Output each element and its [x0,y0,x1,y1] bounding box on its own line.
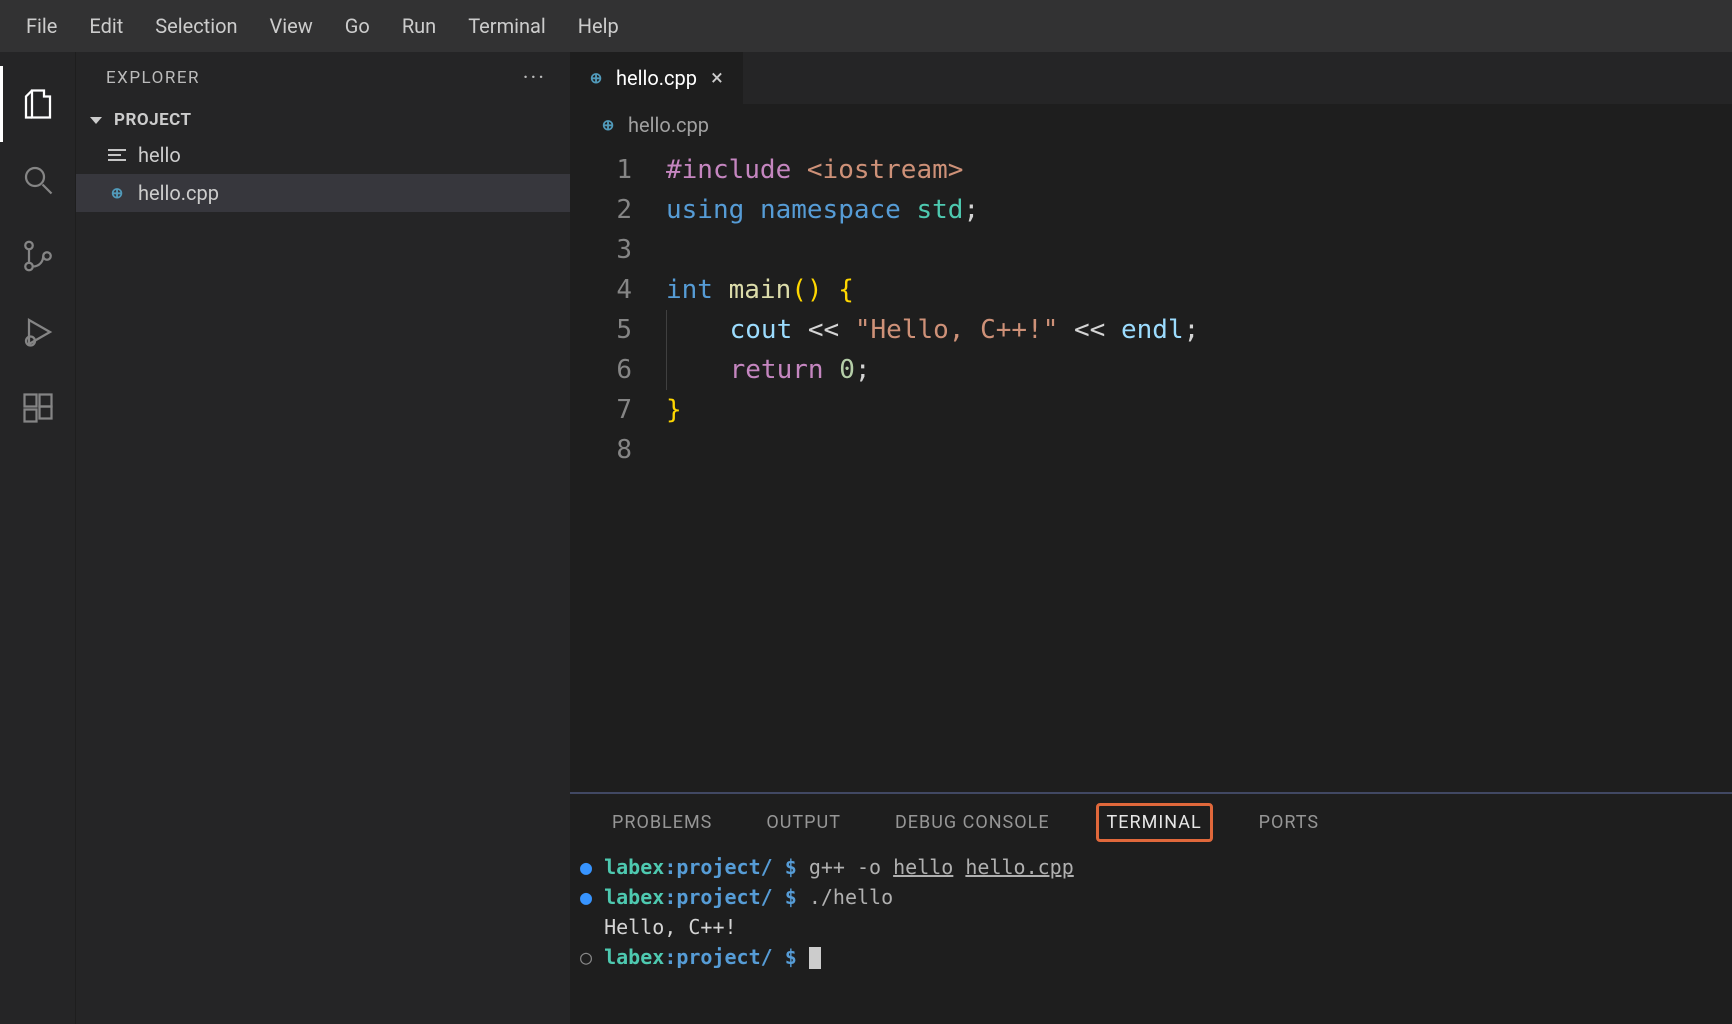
line-number: 4 [570,270,632,310]
bottom-panel: PROBLEMS OUTPUT DEBUG CONSOLE TERMINAL PORTS… [570,792,1732,1024]
menu-selection[interactable]: Selection [139,0,253,52]
panel-tab-problems[interactable]: PROBLEMS [604,806,720,839]
line-number: 1 [570,150,632,190]
breadcrumb-label: hello.cpp [628,113,709,137]
cpp-file-icon: ⊕ [586,68,606,88]
file-item-hello-cpp[interactable]: ⊕ hello.cpp [76,174,570,212]
menubar: FileEditSelectionViewGoRunTerminalHelp [0,0,1732,52]
menu-edit[interactable]: Edit [73,0,139,52]
line-number: 7 [570,390,632,430]
tab-label: hello.cpp [616,66,697,90]
menu-run[interactable]: Run [386,0,452,52]
panel-tab-ports[interactable]: PORTS [1251,806,1327,839]
run-debug-icon[interactable] [0,294,76,370]
panel-tab-debug-console[interactable]: DEBUG CONSOLE [887,806,1058,839]
menu-file[interactable]: File [10,0,73,52]
line-number: 8 [570,430,632,470]
more-horizontal-icon[interactable]: ··· [523,66,546,91]
file-label: hello.cpp [138,181,219,205]
file-item-hello[interactable]: hello [76,136,570,174]
sidebar-header: EXPLORER ··· [76,52,570,104]
terminal-line: ○ labex:project/ $ [580,942,1722,972]
files-icon[interactable] [0,66,76,142]
activity-bar [0,52,76,1024]
panel-tab-terminal[interactable]: TERMINAL [1096,803,1213,842]
search-icon[interactable] [0,142,76,218]
extensions-icon[interactable] [0,370,76,446]
chevron-down-icon [90,117,102,124]
terminal-line: ● labex:project/ $ ./hello [580,882,1722,912]
code-line[interactable] [666,430,1732,470]
panel-tab-output[interactable]: OUTPUT [758,806,849,839]
code-line[interactable]: return 0; [666,350,1732,390]
code-line[interactable]: #include <iostream> [666,150,1732,190]
text-file-icon [106,146,128,164]
code-content[interactable]: #include <iostream>using namespace std; … [666,150,1732,792]
terminal-cursor [809,947,821,969]
sidebar-title: EXPLORER [106,68,200,88]
explorer-sidebar: EXPLORER ··· PROJECT hello ⊕ hello.cpp [76,52,570,1024]
source-control-icon[interactable] [0,218,76,294]
line-number: 3 [570,230,632,270]
editor-tab-hello-cpp[interactable]: ⊕ hello.cpp × [570,52,744,104]
editor-area: ⊕ hello.cpp × ⊕ hello.cpp 12345678 #incl… [570,52,1732,1024]
breadcrumb[interactable]: ⊕ hello.cpp [570,104,1732,146]
code-line[interactable]: int main() { [666,270,1732,310]
terminal-line: Hello, C++! [580,912,1722,942]
terminal-line: ● labex:project/ $ g++ -o hello hello.cp… [580,852,1722,882]
terminal-content[interactable]: ● labex:project/ $ g++ -o hello hello.cp… [570,850,1732,1024]
menu-help[interactable]: Help [562,0,635,52]
panel-tabs: PROBLEMS OUTPUT DEBUG CONSOLE TERMINAL PORTS [570,794,1732,850]
line-number: 2 [570,190,632,230]
code-line[interactable]: cout << "Hello, C++!" << endl; [666,310,1732,350]
file-label: hello [138,143,181,167]
project-section-header[interactable]: PROJECT [76,104,570,136]
code-line[interactable]: } [666,390,1732,430]
code-line[interactable] [666,230,1732,270]
code-line[interactable]: using namespace std; [666,190,1732,230]
menu-view[interactable]: View [254,0,329,52]
code-editor[interactable]: 12345678 #include <iostream>using namesp… [570,146,1732,792]
tab-bar: ⊕ hello.cpp × [570,52,1732,104]
cpp-file-icon: ⊕ [106,183,128,203]
line-number-gutter: 12345678 [570,150,666,792]
close-icon[interactable]: × [707,66,727,91]
project-section-title: PROJECT [114,110,192,130]
menu-go[interactable]: Go [329,0,386,52]
line-number: 5 [570,310,632,350]
cpp-file-icon: ⊕ [598,115,618,135]
line-number: 6 [570,350,632,390]
menu-terminal[interactable]: Terminal [452,0,562,52]
